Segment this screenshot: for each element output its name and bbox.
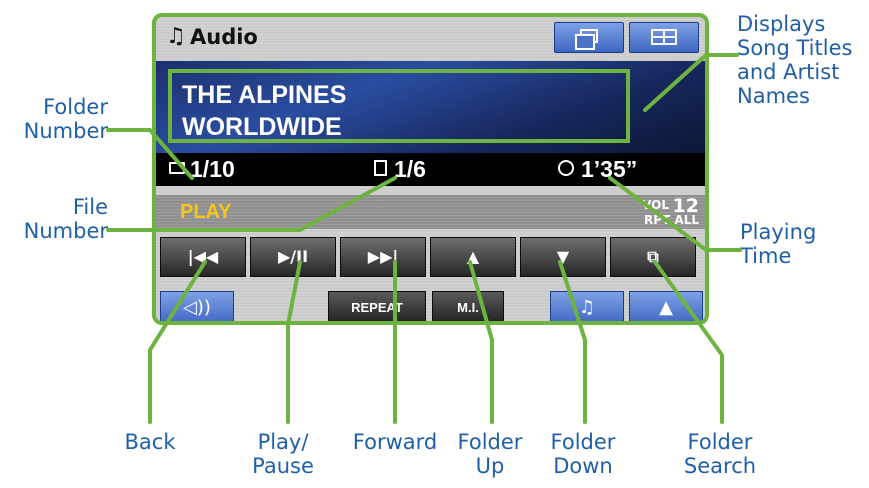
leader-play-pause (286, 260, 302, 424)
leader-playing-time (608, 176, 742, 252)
leader-file-number (106, 176, 397, 232)
leader-folder-number (106, 128, 194, 180)
leader-folder-up (468, 260, 494, 424)
leader-displays-song (643, 53, 739, 112)
leader-back (148, 260, 207, 424)
leader-lines (106, 53, 742, 424)
leader-folder-search (653, 260, 724, 424)
leader-folder-down (558, 260, 587, 424)
